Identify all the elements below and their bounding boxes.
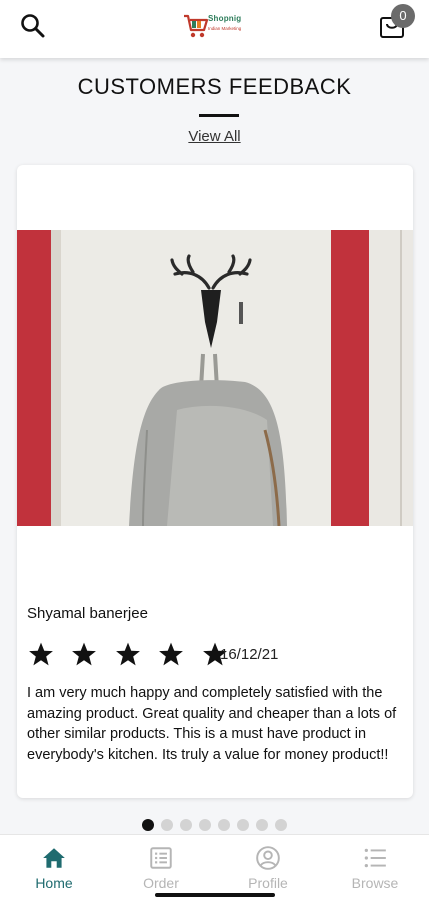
carousel-dot[interactable] — [218, 819, 230, 831]
nav-label-order: Order — [143, 875, 179, 891]
logo-tagline: Indian Marketing — [208, 26, 242, 31]
nav-order[interactable]: Order — [121, 845, 201, 891]
review-card[interactable]: Shyamal banerjee 16/12/21 I am very much… — [17, 165, 413, 798]
carousel-dot[interactable] — [180, 819, 192, 831]
home-indicator — [155, 893, 275, 897]
carousel-dot[interactable] — [199, 819, 211, 831]
nav-browse[interactable]: Browse — [335, 845, 415, 891]
cart-count-badge: 0 — [391, 4, 415, 28]
brand-logo[interactable]: Shopnig Indian Marketing — [182, 8, 250, 44]
profile-icon — [256, 846, 280, 870]
nav-label-profile: Profile — [248, 875, 288, 891]
nav-profile[interactable]: Profile — [228, 845, 308, 891]
review-date: 16/12/21 — [220, 646, 279, 663]
search-icon[interactable] — [19, 12, 47, 40]
carousel-dot[interactable] — [237, 819, 249, 831]
star-icon — [29, 642, 53, 666]
review-text: I am very much happy and completely sati… — [27, 685, 397, 763]
app-header: Shopnig Indian Marketing 0 — [0, 0, 429, 58]
carousel-dot[interactable] — [275, 819, 287, 831]
carousel-dot[interactable] — [142, 819, 154, 831]
nav-label-home: Home — [35, 875, 73, 891]
bottom-nav: Home Order Profile Browse — [0, 834, 429, 900]
nav-home[interactable]: Home — [14, 845, 94, 891]
order-list-icon — [150, 847, 172, 869]
star-icon — [115, 642, 140, 666]
nav-label-browse: Browse — [351, 875, 399, 891]
star-icon — [72, 642, 97, 666]
section-title: CUSTOMERS FEEDBACK — [77, 74, 352, 99]
browse-list-icon — [364, 848, 386, 868]
title-underline — [199, 114, 239, 117]
home-icon — [43, 848, 65, 868]
carousel-dot[interactable] — [256, 819, 268, 831]
star-rating — [27, 641, 240, 667]
review-photo — [17, 230, 413, 526]
view-all-link[interactable]: View All — [0, 128, 429, 145]
logo-text: Shopnig — [208, 14, 242, 23]
star-icon — [159, 642, 184, 666]
carousel-dot[interactable] — [161, 819, 173, 831]
reviewer-name: Shyamal banerjee — [27, 605, 148, 622]
carousel-dots — [142, 818, 294, 831]
